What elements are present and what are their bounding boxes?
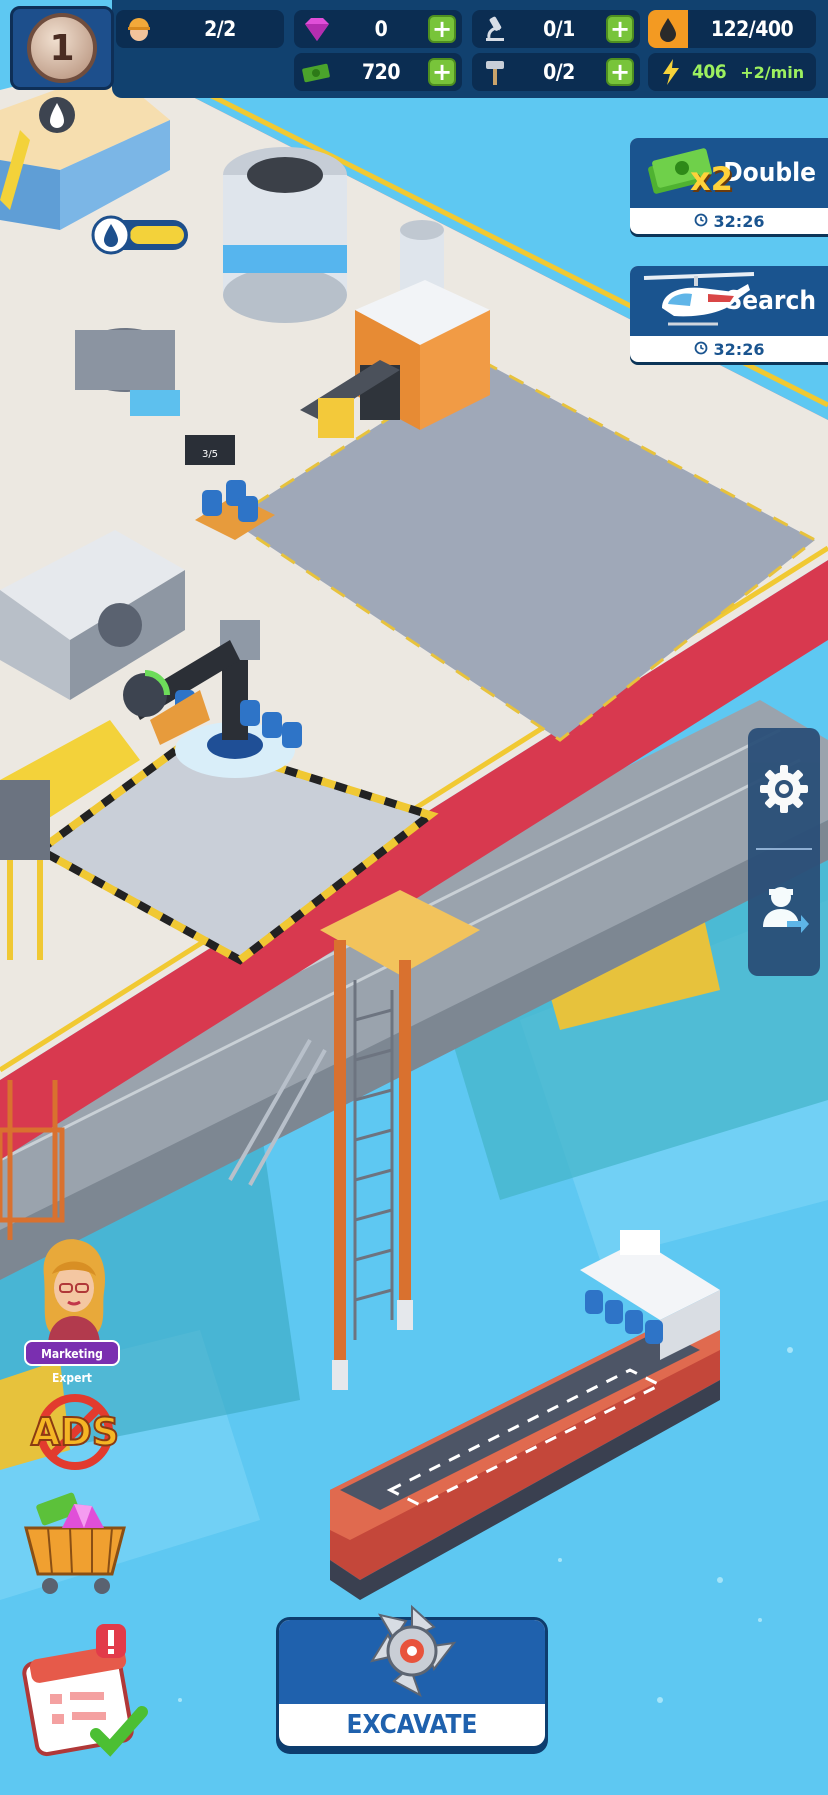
add-tools-button[interactable]: + [606, 58, 634, 86]
drill-bit-icon [350, 1597, 474, 1707]
energy-counter: 406 +2/min [648, 53, 816, 91]
shop-button[interactable] [12, 1488, 136, 1598]
double-boost-header: x2 Double [630, 138, 828, 208]
x2-badge: x2 [690, 160, 733, 198]
oil-drop-icon [648, 10, 688, 48]
add-cash-button[interactable]: + [428, 58, 456, 86]
side-menu-panel [748, 728, 820, 976]
search-boost-card[interactable]: Search 32:26 [630, 266, 828, 362]
cash-counter: 720 + [294, 53, 462, 91]
shop-cart-icon [12, 1492, 136, 1602]
cash-icon [300, 56, 334, 88]
manager-exit-icon [759, 881, 809, 941]
search-boost-header: Search [630, 266, 828, 336]
research-counter: 0/1 + [472, 10, 640, 48]
double-boost-card[interactable]: x2 Double 32:26 [630, 138, 828, 234]
clock-icon [694, 340, 708, 359]
add-research-button[interactable]: + [606, 15, 634, 43]
settings-button[interactable] [748, 736, 820, 846]
hammer-icon [478, 56, 512, 88]
side-panel-divider [756, 848, 812, 850]
advisor-portrait-icon [34, 1236, 114, 1350]
add-gems-button[interactable]: + [428, 15, 456, 43]
manager-swap-button[interactable] [748, 856, 820, 966]
tools-counter: 0/2 + [472, 53, 640, 91]
double-label: Double [723, 158, 816, 188]
lightning-icon [654, 56, 688, 88]
calendar-check-icon [14, 1624, 154, 1766]
advisor-name-tag: Marketing Expert [24, 1340, 120, 1385]
search-timer: 32:26 [630, 336, 828, 362]
gear-icon [757, 762, 811, 820]
excavate-label: EXCAVATE [346, 1710, 478, 1740]
double-timer: 32:26 [630, 208, 828, 234]
marketing-expert-advisor[interactable]: Marketing Expert [24, 1236, 124, 1385]
level-number: 1 [27, 13, 97, 83]
daily-tasks-button[interactable] [14, 1622, 154, 1762]
helicopter-icon [638, 268, 758, 338]
gems-counter: 0 + [294, 10, 462, 48]
clock-icon [694, 212, 708, 231]
workers-counter: 2/2 [116, 10, 284, 48]
ads-label: ADS [30, 1409, 120, 1455]
oil-counter: 122/400 [648, 10, 816, 48]
worker-icon [122, 13, 156, 45]
microscope-icon [478, 13, 512, 45]
no-ads-button[interactable]: ADS [20, 1392, 130, 1472]
svg-text:3/5: 3/5 [202, 449, 218, 460]
gem-icon [300, 13, 334, 45]
player-level-badge[interactable]: 1 [10, 6, 114, 90]
